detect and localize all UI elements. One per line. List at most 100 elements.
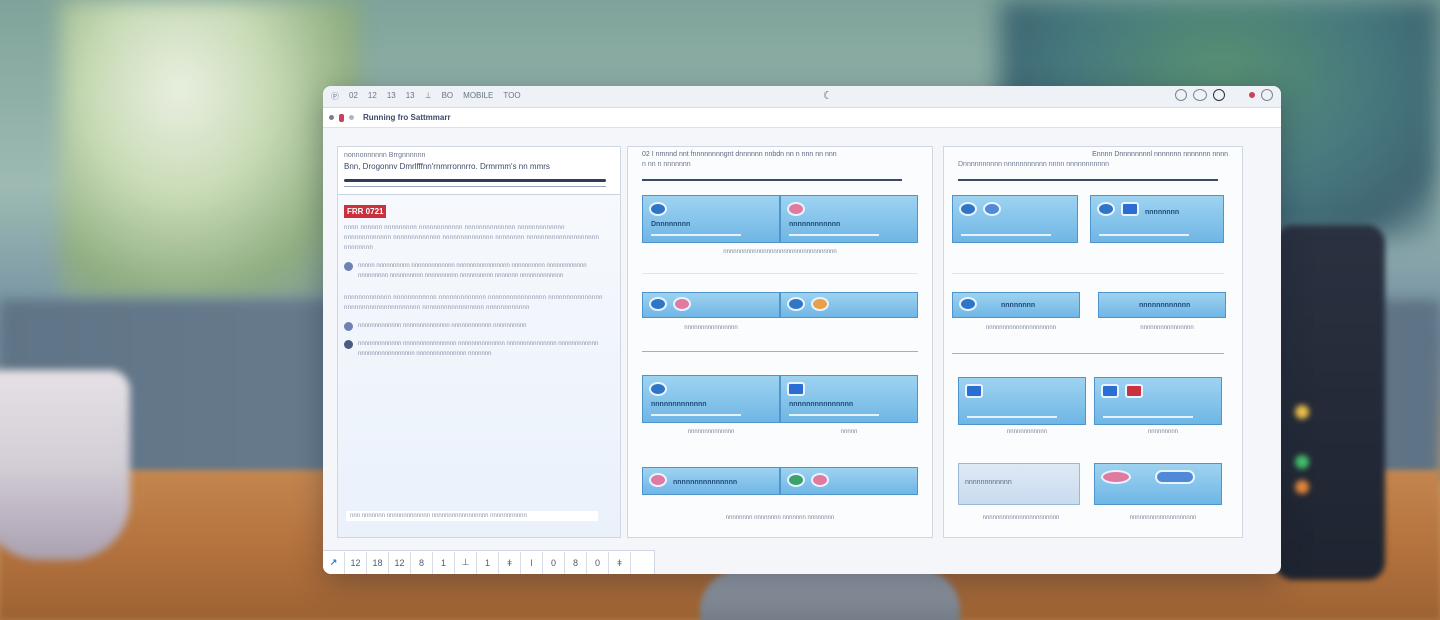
address-bar[interactable]: Running fro Sattmmarr <box>323 108 1281 128</box>
grid-subtitle: Dnnnnnnnnnn nnnnnnnnnnn nnnn nnnnnnnnnnn <box>958 161 1110 168</box>
app-icon <box>811 473 829 487</box>
bullet-text: nnnnn nnnnnnnnnn nnnnnnnnnnnnn nnnnnnnnn… <box>358 263 587 279</box>
pin-icon[interactable] <box>339 113 344 122</box>
card-line <box>789 414 879 416</box>
app-icon <box>787 473 805 487</box>
background-bowl <box>0 370 130 560</box>
feature-card[interactable] <box>642 292 780 318</box>
feature-card[interactable]: nnnnnnnnnnnn <box>1098 292 1226 318</box>
separator-icon <box>1231 89 1243 101</box>
row-divider <box>952 273 1224 274</box>
toolbar-button[interactable]: 0 <box>587 551 609 574</box>
feature-card[interactable] <box>958 377 1086 425</box>
background-phone <box>1275 225 1385 580</box>
card-caption: nnnnnnnnn <box>1147 429 1179 435</box>
menu-item[interactable]: 12 <box>368 91 377 102</box>
app-icon <box>1101 384 1119 398</box>
card-caption: nnnnnnnnnnnnnnnn <box>1140 325 1194 331</box>
toolbar-button[interactable]: 12 <box>389 551 411 574</box>
card-line <box>651 234 741 236</box>
refresh-icon[interactable] <box>1175 89 1187 101</box>
bullet-icon <box>344 340 353 349</box>
back-icon[interactable] <box>329 115 334 120</box>
grid-rule <box>958 179 1218 181</box>
app-icon <box>959 202 977 216</box>
document-bullet: nnnnn nnnnnnnnnn nnnnnnnnnnnnn nnnnnnnnn… <box>344 261 614 281</box>
menu-item[interactable]: ⊥ <box>425 91 432 102</box>
card-grid-panel-2: Ennnn Dnnnnnnnnl nnnnnnn nnnnnnn nnnn Dn… <box>943 146 1243 538</box>
card-caption: nnnnnnnnnnnnnnnnnnnnnnn <box>982 515 1060 521</box>
document-body: FRR 0721 nnnn nnnnnn nnnnnnnnn nnnnnnnnn… <box>338 195 620 525</box>
toolbar-button[interactable]: ↗ <box>323 551 345 574</box>
toolbar-button[interactable]: ⊥ <box>455 551 477 574</box>
toolbar-button[interactable]: 1 <box>433 551 455 574</box>
phone-dot <box>1295 455 1309 469</box>
document-paragraph: nnnnnnnnnnnnn nnnnnnnnnnnn nnnnnnnnnnnnn… <box>344 295 603 311</box>
card-label: nnnnnnnnnnnn <box>789 221 841 228</box>
menu-item[interactable]: TOO <box>503 91 520 102</box>
card-caption: nnnnnnnnnnnnnnnnnnnnn <box>985 325 1057 331</box>
row-divider <box>952 353 1224 354</box>
toolbar-button[interactable]: 1 <box>477 551 499 574</box>
header-rule-thin <box>344 186 606 187</box>
feature-card[interactable]: nnnnnnnnnnnn <box>958 463 1080 505</box>
toolbar-button[interactable]: ǀ <box>521 551 543 574</box>
menu-item[interactable]: MOBILE <box>463 91 493 102</box>
document-title: Bnn, Drogonnv Dmrlfffnn'rnmrronnrro. Drm… <box>344 162 550 171</box>
menu-item[interactable]: 13 <box>406 91 415 102</box>
grid-header: 02 I nmnnd nnt fnnnnnnnngnt dnnnnnn nnbd… <box>628 147 932 187</box>
card-caption: nnnnnnnnnnnnnnnn <box>684 325 738 331</box>
toolbar-button[interactable]: 0 <box>543 551 565 574</box>
phone-dot <box>1295 480 1309 494</box>
card-label: nnnnnnnnnnnn <box>965 479 1012 486</box>
app-icon <box>787 202 805 216</box>
toolbar-button[interactable]: ǂ <box>609 551 631 574</box>
forward-icon[interactable] <box>349 115 354 120</box>
toolbar-button[interactable]: 18 <box>367 551 389 574</box>
card-line <box>1103 416 1193 418</box>
moon-icon[interactable]: ☾ <box>823 89 833 102</box>
grid-header: Ennnn Dnnnnnnnnl nnnnnnn nnnnnnn nnnn Dn… <box>944 147 1242 187</box>
card-label: nnnnnnnnnnnnnnn <box>789 401 854 408</box>
menu-item[interactable]: BO <box>442 91 454 102</box>
notification-icon[interactable] <box>1249 92 1255 98</box>
toolbar-button[interactable]: 12 <box>345 551 367 574</box>
app-icon <box>787 382 805 396</box>
monitor-stand <box>700 570 960 620</box>
feature-card[interactable]: nnnnnnnnnnnnnnn <box>780 375 918 423</box>
feature-card[interactable]: nnnnnnnnnnnn <box>780 195 918 243</box>
address-text[interactable]: Running fro Sattmmarr <box>363 113 451 122</box>
grid-title: 02 I nmnnd nnt fnnnnnnnngnt dnnnnnn nnbd… <box>642 151 837 158</box>
feature-card[interactable]: nnnnnnnnnnnnnnn <box>642 467 780 495</box>
feature-card[interactable] <box>780 292 918 318</box>
feature-card[interactable] <box>952 195 1078 243</box>
bullet-icon <box>344 322 353 331</box>
toolbar-button[interactable]: ǂ <box>499 551 521 574</box>
feature-card[interactable]: nnnnnnnn <box>1090 195 1224 243</box>
background-window-light <box>60 0 360 300</box>
window-controls <box>1175 89 1273 101</box>
app-icon <box>649 473 667 487</box>
app-icon <box>673 297 691 311</box>
feature-card[interactable]: Dnnnnnnnn <box>642 195 780 243</box>
card-grid-panel-1: 02 I nmnnd nnt fnnnnnnnngnt dnnnnnn nnbd… <box>627 146 933 538</box>
toggle-icon[interactable] <box>1193 89 1207 101</box>
card-line <box>1099 234 1189 236</box>
feature-card[interactable] <box>1094 463 1222 505</box>
toolbar-button[interactable]: 8 <box>411 551 433 574</box>
menu-item[interactable]: 02 <box>349 91 358 102</box>
feature-card[interactable]: nnnnnnnnnnnnn <box>642 375 780 423</box>
profile-icon[interactable] <box>1261 89 1273 101</box>
feature-card[interactable] <box>780 467 918 495</box>
card-caption: nnnnn <box>840 429 858 435</box>
menu-item[interactable]: Ⓟ <box>331 91 339 102</box>
menu-item[interactable]: 13 <box>387 91 396 102</box>
feature-card[interactable] <box>1094 377 1222 425</box>
card-line <box>961 234 1051 236</box>
app-icon <box>965 384 983 398</box>
toolbar-button[interactable]: 8 <box>565 551 587 574</box>
app-icon <box>649 202 667 216</box>
document-paragraph: nnnn nnnnnn nnnnnnnnn nnnnnnnnnnnn nnnnn… <box>344 225 600 251</box>
feature-card[interactable]: nnnnnnnn <box>952 292 1080 318</box>
circle-icon[interactable] <box>1213 89 1225 101</box>
